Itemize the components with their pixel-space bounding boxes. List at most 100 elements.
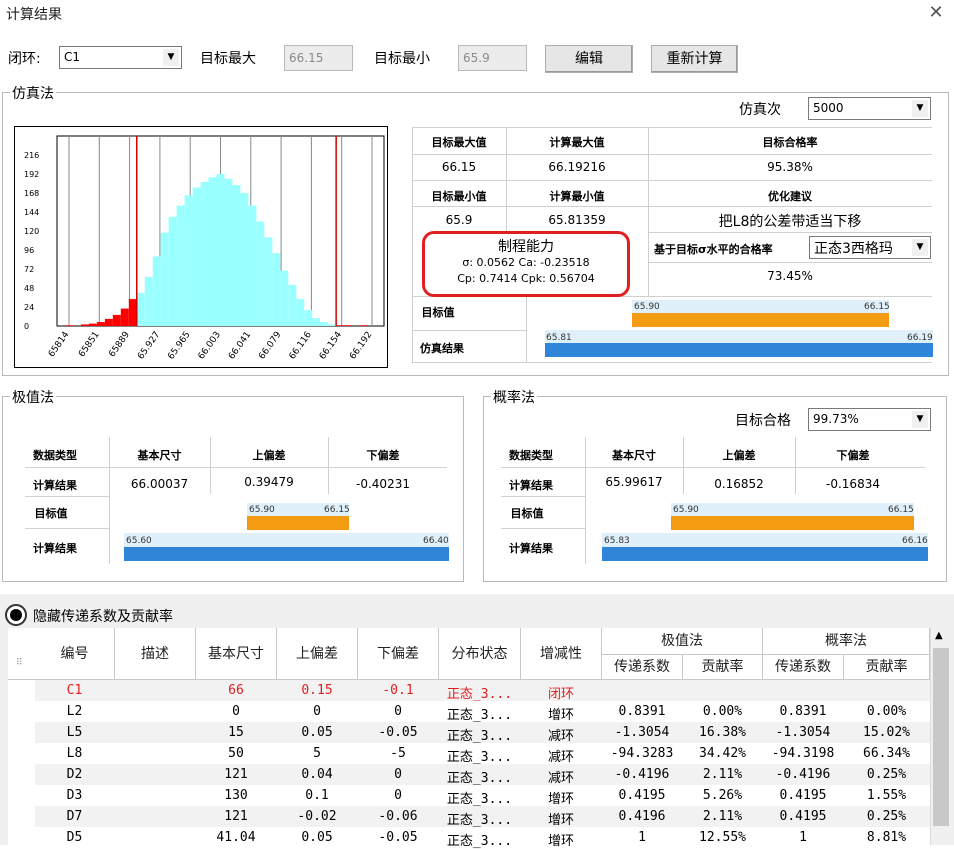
cell-coef2: -94.3198: [771, 746, 835, 761]
extreme-base: 66.00037: [130, 477, 189, 491]
prob-result-hi: 66.16: [902, 536, 928, 546]
prob-result-bar: [602, 547, 928, 561]
histogram-bar: [328, 324, 337, 326]
sigma-select[interactable]: 正态3西格玛 ▼: [809, 236, 931, 259]
toggle-radio[interactable]: [5, 604, 27, 626]
col-coef1[interactable]: 传递系数: [602, 656, 682, 676]
cell-lower: -5: [390, 746, 406, 761]
col-lower[interactable]: 下偏差: [358, 643, 438, 663]
cell-dist: 正态_3...: [446, 687, 513, 702]
cell-inc: 减环: [547, 750, 574, 765]
sigma-label: 基于目标σ水平的合格率: [654, 243, 773, 256]
col-coef2[interactable]: 传递系数: [763, 656, 843, 676]
prob-row-target: 目标值: [510, 507, 544, 520]
cell-inc: 增环: [547, 834, 574, 849]
cell-rate2: 66.34%: [863, 746, 910, 761]
extreme-row-result: 计算结果: [33, 542, 77, 555]
sigma-yield: 73.45%: [767, 269, 813, 283]
sim-row-result: 仿真结果: [420, 342, 464, 355]
extreme-upper: 0.39479: [244, 475, 294, 489]
cell-id: C1: [66, 683, 83, 698]
col-group-extreme: 极值法: [661, 633, 703, 649]
extreme-result-bar-bg: [124, 533, 449, 547]
sim-result-bar-bg: [545, 330, 933, 344]
histogram-bar: [360, 325, 369, 326]
chevron-down-icon[interactable]: ▼: [912, 239, 928, 256]
histogram-bar: [152, 256, 161, 326]
cell-coef1: 0.4195: [618, 788, 666, 803]
loop-select[interactable]: C1 ▼: [59, 46, 182, 69]
extreme-target-hi: 66.15: [324, 505, 350, 515]
cell-coef2: 0.4195: [779, 809, 827, 824]
edit-button[interactable]: 编辑: [545, 45, 633, 73]
y-tick-label: 144: [24, 208, 39, 217]
cell-rate1: 16.38%: [699, 725, 746, 740]
chevron-down-icon[interactable]: ▼: [912, 411, 928, 428]
recalc-button[interactable]: 重新计算: [651, 45, 738, 73]
col-upper[interactable]: 上偏差: [277, 643, 357, 663]
col-inc[interactable]: 增减性: [521, 643, 601, 663]
col-dist[interactable]: 分布状态: [439, 643, 520, 663]
cell-rate2: 0.25%: [866, 767, 907, 782]
cell-dist: 正态_3...: [446, 792, 513, 807]
sim-target-yield: 95.38%: [767, 160, 813, 174]
prob-target-hi: 66.15: [888, 505, 914, 515]
cell-lower: 0: [394, 767, 402, 782]
cell-base: 121: [224, 767, 248, 782]
target-min-input[interactable]: 65.9: [458, 45, 527, 71]
sim-target-min: 65.9: [445, 213, 473, 227]
close-icon[interactable]: ✕: [926, 4, 946, 24]
sim-target-max: 66.15: [441, 160, 477, 174]
sim-target-bar-bg: [632, 300, 889, 314]
chevron-down-icon[interactable]: ▼: [912, 100, 928, 117]
cell-id: L5: [66, 725, 83, 740]
col-id[interactable]: 编号: [35, 643, 114, 663]
cell-rate1: 0.00%: [702, 704, 743, 719]
histogram-bar: [208, 177, 217, 326]
cell-rate1: 12.55%: [699, 830, 746, 845]
cell-coef2: 0.4195: [779, 788, 827, 803]
chevron-down-icon[interactable]: ▼: [163, 49, 179, 66]
histogram-bar: [96, 322, 105, 326]
process-capability-highlight: [422, 231, 630, 297]
cell-base: 50: [228, 746, 244, 761]
cell-upper: 0.04: [301, 767, 333, 782]
histogram-bar: [168, 216, 177, 326]
col-rate1[interactable]: 贡献率: [683, 656, 762, 676]
cell-base: 66: [228, 683, 244, 698]
prob-yield-label: 目标合格: [735, 413, 791, 429]
cell-rate1: 34.42%: [699, 746, 746, 761]
vertical-scrollbar[interactable]: ▲: [930, 628, 950, 845]
y-tick-label: 48: [24, 284, 34, 293]
histogram-bar: [288, 284, 297, 326]
cell-id: D2: [66, 767, 83, 782]
y-tick-label: 216: [24, 151, 39, 160]
sim-group-title: 仿真法: [10, 83, 56, 103]
prob-lower: -0.16834: [826, 477, 880, 491]
sim-calc-max: 66.19216: [548, 160, 606, 174]
histogram-bar: [192, 187, 201, 326]
col-base[interactable]: 基本尺寸: [196, 643, 276, 663]
cell-coef1: 0.4196: [618, 809, 666, 824]
cell-base: 0: [232, 704, 240, 719]
prob-hdr-lower: 下偏差: [836, 449, 870, 462]
histogram-bar: [136, 292, 145, 326]
cell-upper: 0: [313, 704, 321, 719]
cell-inc: 闭环: [547, 687, 574, 702]
sim-result-lo: 65.81: [546, 333, 572, 343]
histogram-bar: [224, 178, 233, 326]
sim-hdr-calc-max: 计算最大值: [549, 136, 605, 149]
sim-result-hi: 66.19: [907, 333, 933, 343]
sim-count-select[interactable]: 5000 ▼: [808, 97, 931, 120]
toggle-label[interactable]: 隐藏传递系数及贡献率: [33, 606, 173, 626]
sim-hdr-calc-min: 计算最小值: [549, 190, 605, 203]
prob-yield-select[interactable]: 99.73% ▼: [808, 408, 931, 431]
scroll-thumb[interactable]: [933, 648, 949, 826]
target-max-input[interactable]: 66.15: [284, 45, 353, 71]
histogram-bar: [296, 299, 305, 326]
col-desc[interactable]: 描述: [115, 643, 195, 663]
col-rate2[interactable]: 贡献率: [844, 656, 929, 676]
scroll-up-icon[interactable]: ▲: [935, 630, 943, 641]
cell-coef2: -1.3054: [775, 725, 831, 740]
prob-hdr-type: 数据类型: [509, 449, 553, 462]
